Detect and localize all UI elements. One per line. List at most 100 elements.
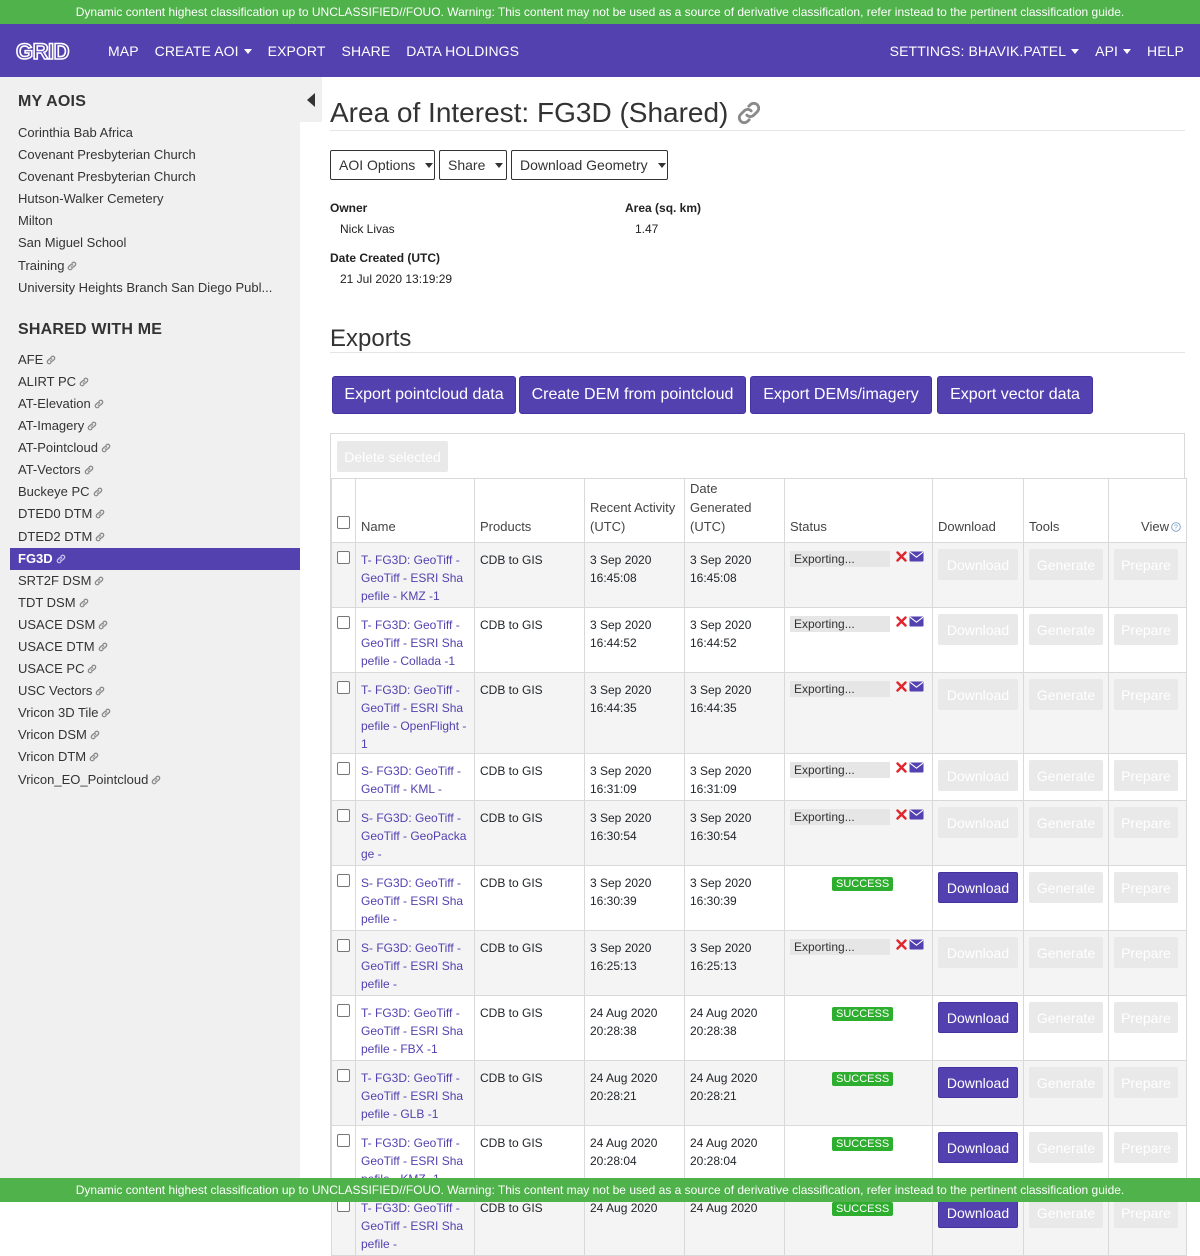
column-header-name[interactable]: Name <box>355 478 475 543</box>
download-button[interactable]: Download <box>938 1067 1018 1098</box>
sidebar-item-shared[interactable]: Vricon DSM <box>0 724 300 746</box>
sidebar-item-shared[interactable]: Buckeye PC <box>0 481 300 503</box>
export-name-link[interactable]: T- FG3D: GeoTiff - GeoTiff - ESRI Shapef… <box>361 683 466 751</box>
sidebar-item-shared[interactable]: TDT DSM <box>0 592 300 614</box>
sidebar-collapse-button[interactable] <box>300 77 322 122</box>
download-button[interactable]: Download <box>938 549 1018 580</box>
row-checkbox[interactable] <box>337 809 350 822</box>
download-button[interactable]: Download <box>938 937 1018 968</box>
sidebar-item-my-aoi[interactable]: Corinthia Bab Africa <box>0 122 300 144</box>
sidebar-item-my-aoi[interactable]: Covenant Presbyterian Church <box>0 144 300 166</box>
sidebar-item-my-aoi[interactable]: Covenant Presbyterian Church <box>0 166 300 188</box>
nav-export[interactable]: EXPORT <box>268 43 326 59</box>
generate-button[interactable]: Generate <box>1029 1002 1103 1033</box>
row-checkbox[interactable] <box>337 1134 350 1147</box>
link-icon[interactable] <box>736 100 762 126</box>
sidebar-item-shared[interactable]: FG3D <box>10 547 300 570</box>
row-checkbox[interactable] <box>337 939 350 952</box>
sidebar-item-shared[interactable]: SRT2F DSM <box>0 570 300 592</box>
export-name-link[interactable]: T- FG3D: GeoTiff - GeoTiff - ESRI Shapef… <box>361 1006 463 1056</box>
sidebar-item-shared[interactable]: USC Vectors <box>0 680 300 702</box>
aoi-options-dropdown[interactable]: AOI Options <box>330 150 435 180</box>
column-header-status[interactable]: Status <box>784 478 933 543</box>
nav-help[interactable]: HELP <box>1147 43 1184 59</box>
select-all-checkbox[interactable] <box>337 516 350 529</box>
row-checkbox[interactable] <box>337 681 350 694</box>
export-name-link[interactable]: S- FG3D: GeoTiff - GeoTiff - ESRI Shapef… <box>361 941 463 991</box>
prepare-button[interactable]: Prepare <box>1114 760 1178 791</box>
sidebar-item-shared[interactable]: USACE PC <box>0 658 300 680</box>
generate-button[interactable]: Generate <box>1029 872 1103 903</box>
cancel-x-icon[interactable] <box>896 762 907 773</box>
nav-share[interactable]: SHARE <box>342 43 391 59</box>
column-header-date-generated[interactable]: Date Generated (UTC) <box>684 478 785 543</box>
sidebar-item-my-aoi[interactable]: Hutson-Walker Cemetery <box>0 188 300 210</box>
sidebar-item-shared[interactable]: AT-Elevation <box>0 393 300 415</box>
export-name-link[interactable]: T- FG3D: GeoTiff - GeoTiff - ESRI Shapef… <box>361 618 463 668</box>
export-name-link[interactable]: T- FG3D: GeoTiff - GeoTiff - ESRI Shapef… <box>361 1201 463 1251</box>
export-name-link[interactable]: S- FG3D: GeoTiff - GeoTiff - ESRI Shapef… <box>361 876 463 926</box>
nav-map[interactable]: MAP <box>108 43 139 59</box>
prepare-button[interactable]: Prepare <box>1114 679 1178 710</box>
sidebar-item-shared[interactable]: Vricon DTM <box>0 746 300 768</box>
sidebar-item-my-aoi[interactable]: Training <box>0 255 300 277</box>
sidebar-item-shared[interactable]: DTED0 DTM <box>0 503 300 525</box>
export-pointcloud-button[interactable]: Export pointcloud data <box>332 376 516 414</box>
email-icon[interactable] <box>909 939 924 950</box>
sidebar-item-my-aoi[interactable]: University Heights Branch San Diego Publ… <box>0 277 300 299</box>
column-header-recent-activity[interactable]: Recent Activity (UTC) <box>584 478 685 543</box>
download-button[interactable]: Download <box>938 760 1018 791</box>
generate-button[interactable]: Generate <box>1029 614 1103 645</box>
row-checkbox[interactable] <box>337 616 350 629</box>
sidebar-item-shared[interactable]: Vricon_EO_Pointcloud <box>0 769 300 791</box>
sidebar-item-shared[interactable]: AFE <box>0 349 300 371</box>
delete-selected-button[interactable]: Delete selected <box>337 441 448 472</box>
generate-button[interactable]: Generate <box>1029 760 1103 791</box>
export-name-link[interactable]: T- FG3D: GeoTiff - GeoTiff - ESRI Shapef… <box>361 1071 463 1121</box>
export-vector-button[interactable]: Export vector data <box>937 376 1093 414</box>
download-button[interactable]: Download <box>938 872 1018 903</box>
download-button[interactable]: Download <box>938 679 1018 710</box>
create-dem-button[interactable]: Create DEM from pointcloud <box>519 376 746 414</box>
export-name-link[interactable]: T- FG3D: GeoTiff - GeoTiff - ESRI Shapef… <box>361 553 463 603</box>
email-icon[interactable] <box>909 681 924 692</box>
nav-api[interactable]: API <box>1095 43 1132 59</box>
cancel-x-icon[interactable] <box>896 681 907 692</box>
download-button[interactable]: Download <box>938 614 1018 645</box>
sidebar-item-shared[interactable]: USACE DTM <box>0 636 300 658</box>
email-icon[interactable] <box>909 551 924 562</box>
prepare-button[interactable]: Prepare <box>1114 807 1178 838</box>
prepare-button[interactable]: Prepare <box>1114 1002 1178 1033</box>
email-icon[interactable] <box>909 762 924 773</box>
cancel-x-icon[interactable] <box>896 809 907 820</box>
prepare-button[interactable]: Prepare <box>1114 1132 1178 1163</box>
cancel-x-icon[interactable] <box>896 939 907 950</box>
generate-button[interactable]: Generate <box>1029 1067 1103 1098</box>
row-checkbox[interactable] <box>337 762 350 775</box>
download-geometry-dropdown[interactable]: Download Geometry <box>511 150 668 180</box>
prepare-button[interactable]: Prepare <box>1114 614 1178 645</box>
row-checkbox[interactable] <box>337 874 350 887</box>
row-checkbox[interactable] <box>337 551 350 564</box>
sidebar-item-shared[interactable]: AT-Vectors <box>0 459 300 481</box>
sidebar-item-shared[interactable]: AT-Pointcloud <box>0 437 300 459</box>
sidebar-item-shared[interactable]: DTED2 DTM <box>0 526 300 548</box>
export-name-link[interactable]: S- FG3D: GeoTiff - GeoTiff - KML - <box>361 764 461 796</box>
export-dems-imagery-button[interactable]: Export DEMs/imagery <box>750 376 932 414</box>
sidebar-item-my-aoi[interactable]: San Miguel School <box>0 232 300 254</box>
download-button[interactable]: Download <box>938 1002 1018 1033</box>
nav-create-aoi[interactable]: CREATE AOI <box>155 43 252 59</box>
sidebar-item-shared[interactable]: USACE DSM <box>0 614 300 636</box>
generate-button[interactable]: Generate <box>1029 807 1103 838</box>
generate-button[interactable]: Generate <box>1029 937 1103 968</box>
download-button[interactable]: Download <box>938 1132 1018 1163</box>
sidebar-item-shared[interactable]: AT-Imagery <box>0 415 300 437</box>
prepare-button[interactable]: Prepare <box>1114 872 1178 903</box>
sidebar-item-shared[interactable]: ALIRT PC <box>0 371 300 393</box>
generate-button[interactable]: Generate <box>1029 1132 1103 1163</box>
email-icon[interactable] <box>909 809 924 820</box>
nav-data-holdings[interactable]: DATA HOLDINGS <box>406 43 519 59</box>
row-checkbox[interactable] <box>337 1004 350 1017</box>
row-checkbox[interactable] <box>337 1069 350 1082</box>
share-dropdown[interactable]: Share <box>439 150 507 180</box>
